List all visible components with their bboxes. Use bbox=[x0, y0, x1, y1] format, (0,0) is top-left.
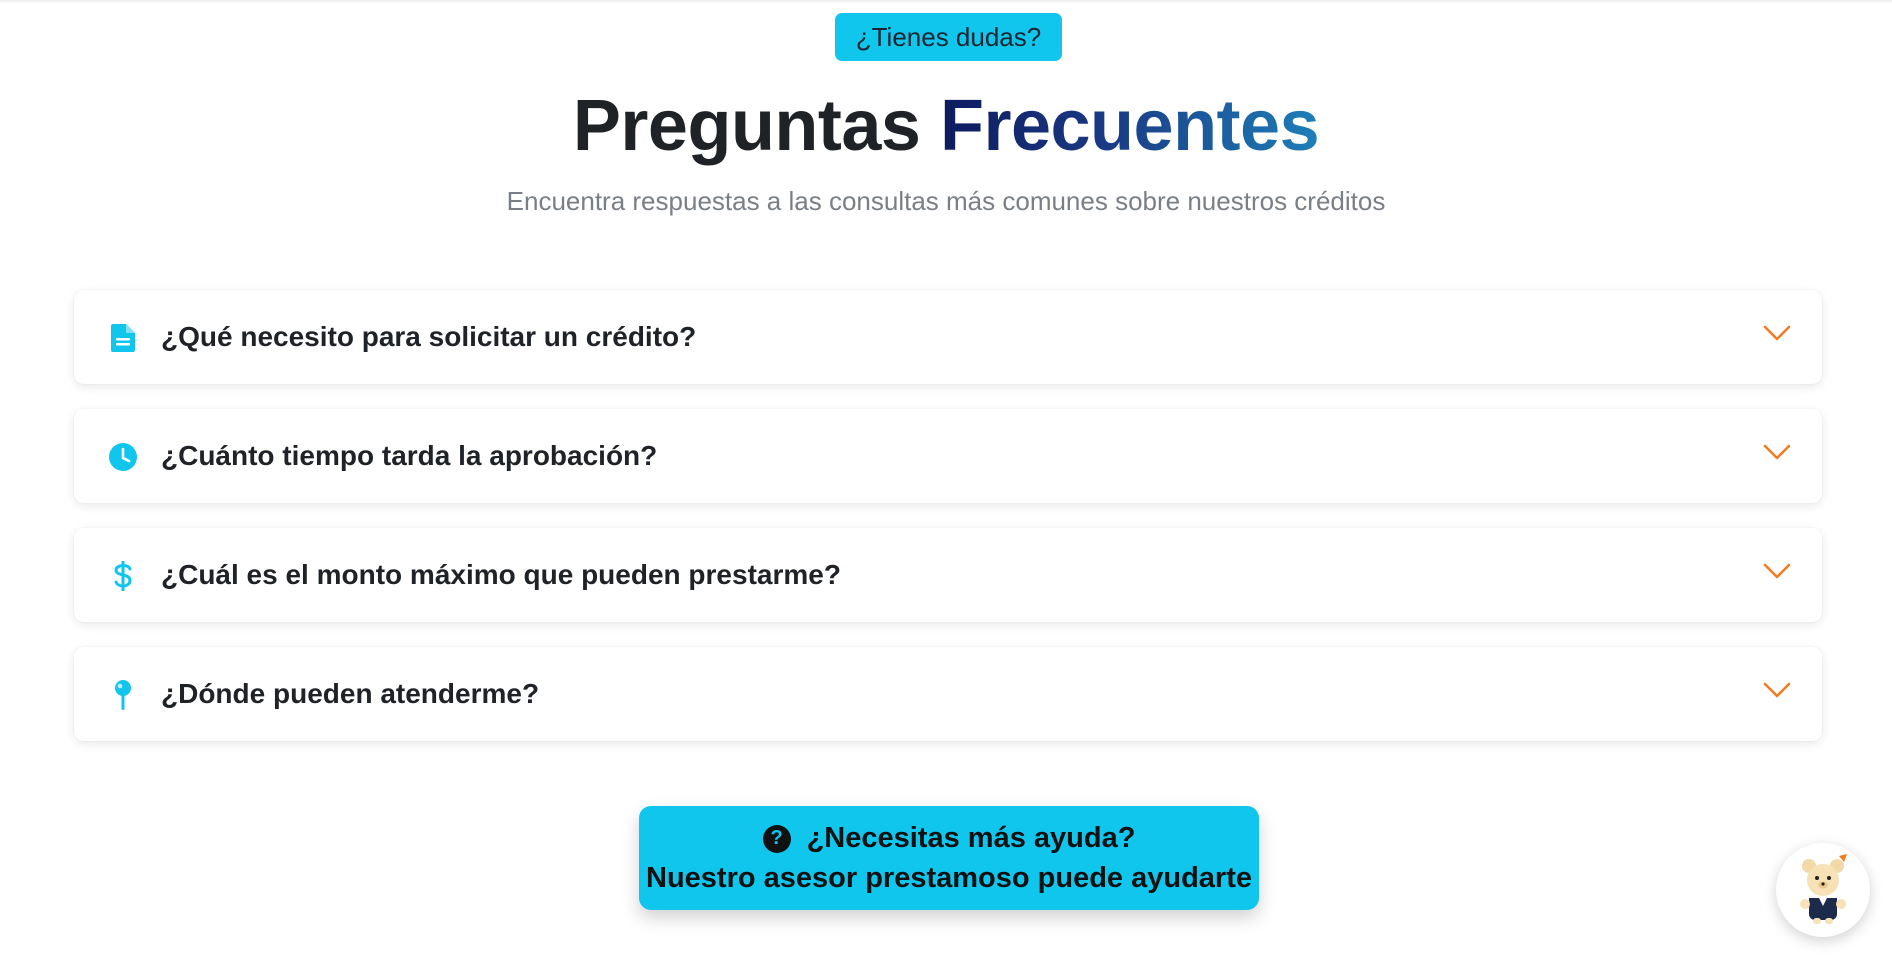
chat-launcher-button[interactable] bbox=[1776, 843, 1870, 937]
faq-item-locations[interactable]: ¿Dónde pueden atenderme? bbox=[74, 647, 1822, 741]
chevron-down-icon[interactable] bbox=[1762, 321, 1792, 345]
top-shadow bbox=[0, 0, 1892, 4]
chevron-down-icon[interactable] bbox=[1762, 559, 1792, 583]
dollar-icon bbox=[108, 561, 138, 591]
question-circle-icon: ? bbox=[762, 824, 791, 853]
page-subtitle: Encuentra respuestas a las consultas más… bbox=[506, 186, 1386, 216]
map-pin-icon bbox=[108, 680, 138, 710]
help-subtitle: Nuestro asesor prestamoso puede ayudarte bbox=[646, 862, 1252, 894]
title-accent: Frecuentes bbox=[939, 86, 1320, 166]
chevron-down-icon[interactable] bbox=[1762, 440, 1792, 464]
mascot-avatar-icon bbox=[1800, 854, 1847, 924]
chevron-down-icon[interactable] bbox=[1762, 678, 1792, 702]
help-title: ¿Necesitas más ayuda? bbox=[806, 822, 1136, 854]
help-button[interactable]: ? ¿Necesitas más ayuda? Nuestro asesor p… bbox=[639, 806, 1259, 910]
faq-question: ¿Dónde pueden atenderme? bbox=[161, 678, 540, 709]
faq-list: ¿Qué necesito para solicitar un crédito?… bbox=[74, 290, 1822, 766]
clock-icon bbox=[108, 442, 138, 472]
faq-badge: ¿Tienes dudas? bbox=[835, 13, 1062, 61]
faq-item-requirements[interactable]: ¿Qué necesito para solicitar un crédito? bbox=[74, 290, 1822, 384]
document-icon bbox=[108, 323, 138, 353]
page-title: Preguntas Frecuentes bbox=[0, 82, 1892, 170]
help-line1: ? ¿Necesitas más ayuda? bbox=[639, 822, 1259, 855]
title-main: Preguntas bbox=[572, 86, 940, 166]
faq-question: ¿Cuánto tiempo tarda la aprobación? bbox=[161, 440, 658, 471]
faq-item-approval-time[interactable]: ¿Cuánto tiempo tarda la aprobación? bbox=[74, 409, 1822, 503]
faq-item-max-amount[interactable]: ¿Cuál es el monto máximo que pueden pres… bbox=[74, 528, 1822, 622]
faq-question: ¿Qué necesito para solicitar un crédito? bbox=[161, 321, 697, 352]
faq-question: ¿Cuál es el monto máximo que pueden pres… bbox=[161, 559, 841, 590]
